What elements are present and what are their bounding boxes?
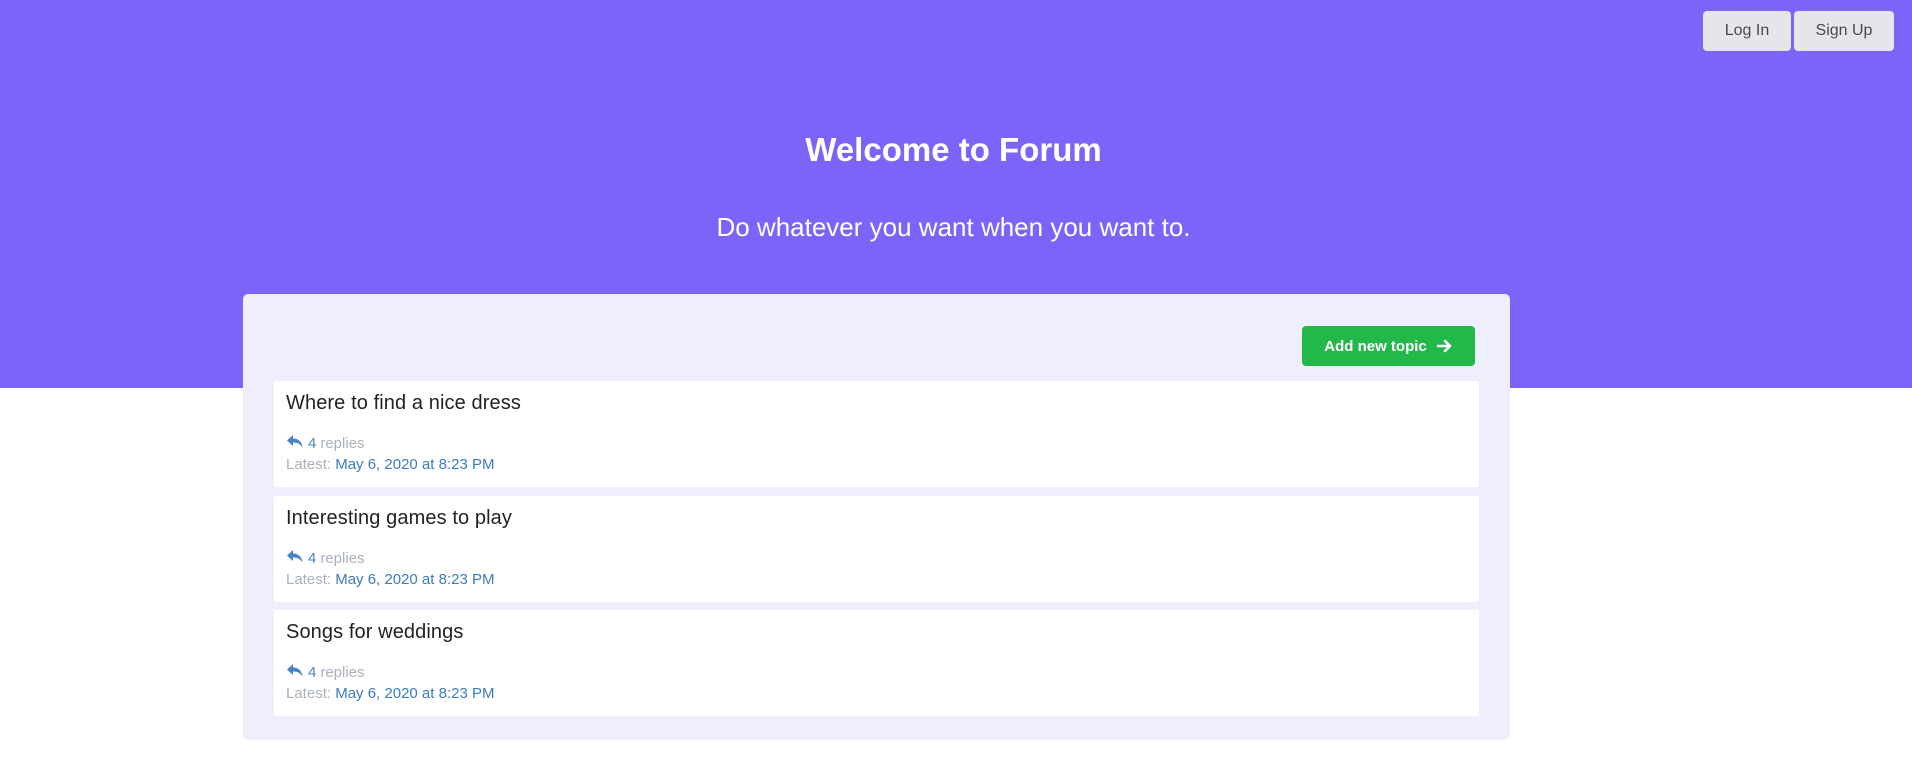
topic-item[interactable]: Interesting games to play 4 replies Late… [274, 496, 1479, 602]
page-subtitle: Do whatever you want when you want to. [716, 212, 1191, 242]
topic-item[interactable]: Songs for weddings 4 replies Latest: May… [274, 610, 1479, 716]
topic-latest: Latest: May 6, 2020 at 8:23 PM [286, 456, 494, 473]
replies-count: 4 [308, 664, 317, 681]
topic-replies: 4 replies [286, 434, 365, 453]
latest-date-link[interactable]: May 6, 2020 at 8:23 PM [335, 456, 494, 473]
replies-label: replies [320, 435, 365, 452]
topic-title[interactable]: Songs for weddings [286, 621, 463, 644]
reply-icon [286, 549, 304, 568]
page-title: Welcome to Forum [805, 131, 1102, 168]
arrow-right-icon [1436, 339, 1453, 353]
replies-label: replies [320, 664, 365, 681]
add-topic-button[interactable]: Add new topic [1302, 326, 1475, 366]
reply-icon [286, 663, 304, 682]
add-topic-label: Add new topic [1324, 337, 1427, 355]
latest-label: Latest: [286, 571, 332, 588]
login-button[interactable]: Log In [1703, 11, 1791, 51]
signup-button[interactable]: Sign Up [1794, 11, 1894, 51]
topic-latest: Latest: May 6, 2020 at 8:23 PM [286, 571, 494, 588]
latest-label: Latest: [286, 685, 332, 702]
reply-icon [286, 434, 304, 453]
topic-replies: 4 replies [286, 663, 365, 682]
topics-panel: Add new topic Where to find a nice dress… [243, 294, 1510, 740]
topic-replies: 4 replies [286, 549, 365, 568]
replies-count: 4 [308, 550, 317, 567]
latest-date-link[interactable]: May 6, 2020 at 8:23 PM [335, 685, 494, 702]
latest-label: Latest: [286, 456, 332, 473]
auth-buttons: Log In Sign Up [1703, 11, 1894, 51]
replies-count: 4 [308, 435, 317, 452]
topic-latest: Latest: May 6, 2020 at 8:23 PM [286, 685, 494, 702]
topic-title[interactable]: Where to find a nice dress [286, 392, 521, 415]
latest-date-link[interactable]: May 6, 2020 at 8:23 PM [335, 571, 494, 588]
topic-title[interactable]: Interesting games to play [286, 507, 512, 530]
topic-item[interactable]: Where to find a nice dress 4 replies Lat… [274, 381, 1479, 487]
replies-label: replies [320, 550, 365, 567]
